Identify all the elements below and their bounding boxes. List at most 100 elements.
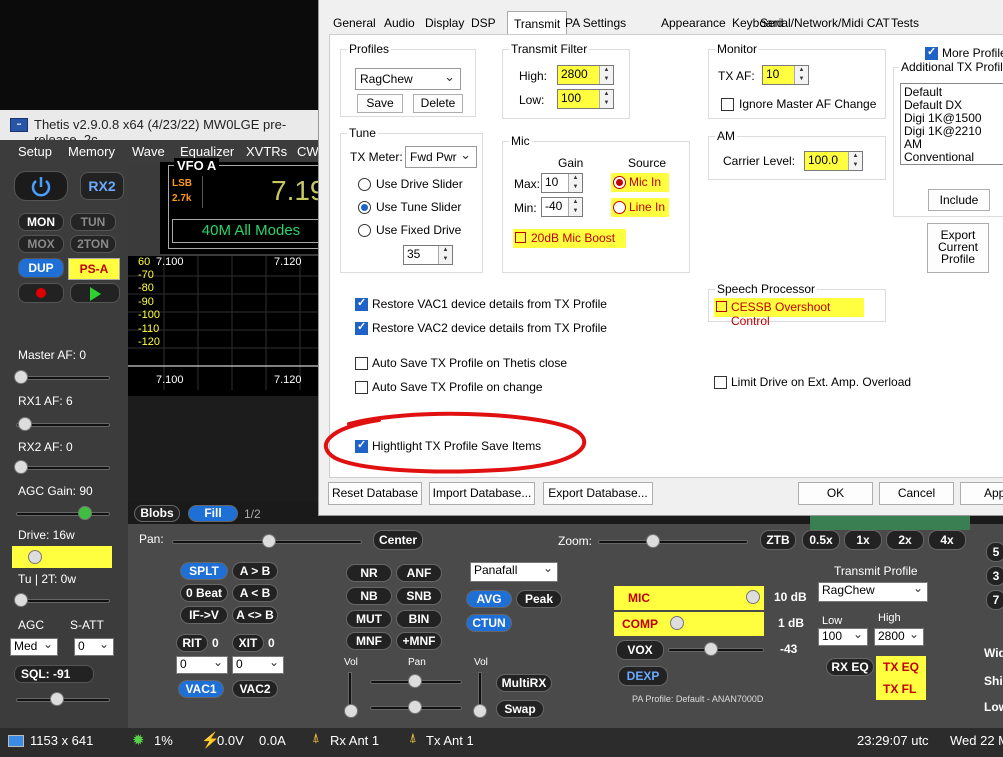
export-current-profile-button[interactable]: Export Current Profile	[927, 223, 989, 273]
if-to-v-button[interactable]: IF->V	[180, 606, 228, 624]
transmit-profile-select[interactable]: RagChew	[818, 581, 928, 602]
filter-high-spinner[interactable]: 2800 ▲ ▼	[557, 65, 614, 85]
rx2-af-knob[interactable]	[14, 460, 28, 474]
fill-button[interactable]: Fill	[188, 505, 238, 522]
restore-vac2-checkbox[interactable]	[355, 320, 368, 335]
right-digit-3[interactable]: 7	[986, 590, 1003, 610]
include-button[interactable]: Include	[928, 189, 990, 211]
reset-database-button[interactable]: Reset Database	[328, 482, 422, 505]
rit-spinner[interactable]: 0	[176, 655, 228, 674]
drive-knob[interactable]	[28, 550, 42, 564]
vfo-frequency-box[interactable]: 7.19	[202, 175, 330, 208]
menu-wave[interactable]: Wave	[132, 144, 165, 159]
waterfall-display[interactable]	[128, 396, 330, 502]
spinner-arrows-icon[interactable]: ▲ ▼	[794, 66, 808, 84]
center-button[interactable]: Center	[373, 530, 423, 550]
spectrum-display[interactable]: 60 7.100 7.120 -70 -80 -90 -100 -110 -12…	[128, 256, 330, 396]
zero-beat-button[interactable]: 0 Beat	[180, 584, 228, 602]
dexp-button[interactable]: DEXP	[618, 666, 668, 686]
rit-button[interactable]: RIT	[176, 634, 208, 652]
rx2-button[interactable]: RX2	[80, 172, 124, 200]
apply-button[interactable]: Appl	[960, 482, 1003, 505]
menu-cw[interactable]: CW	[297, 144, 319, 159]
split-button[interactable]: SPLT	[180, 562, 228, 580]
zoom-4x-button[interactable]: 4x	[928, 530, 966, 550]
avg-button[interactable]: AVG	[466, 590, 512, 608]
line-in-radio[interactable]	[613, 201, 626, 214]
zoom-2x-button[interactable]: 2x	[886, 530, 924, 550]
cessb-checkbox[interactable]	[716, 301, 727, 312]
satt-spinner[interactable]: 0	[74, 637, 114, 656]
rx1-vol-knob[interactable]	[344, 704, 358, 718]
ctun-button[interactable]: CTUN	[466, 614, 512, 632]
power-button[interactable]	[14, 171, 68, 201]
tun-button[interactable]: TUN	[70, 213, 116, 231]
zoom-knob[interactable]	[646, 534, 660, 548]
export-database-button[interactable]: Export Database...	[543, 482, 653, 505]
mic-min-spinner[interactable]: -40 ▲ ▼	[541, 197, 583, 217]
right-digit-2[interactable]: 3	[986, 566, 1003, 586]
mic-boost-checkbox[interactable]	[515, 232, 526, 243]
profile-select[interactable]: RagChew	[355, 68, 461, 90]
snb-button[interactable]: SNB	[396, 587, 442, 605]
mnf-button[interactable]: MNF	[346, 632, 392, 650]
rx1-pan-knob[interactable]	[408, 674, 422, 688]
a-swap-b-button[interactable]: A <> B	[232, 606, 278, 624]
spinner-arrows-icon[interactable]: ▲ ▼	[848, 152, 862, 170]
play-button[interactable]	[70, 283, 120, 303]
zoom-1x-button[interactable]: 1x	[844, 530, 882, 550]
tune-power-slider[interactable]	[16, 599, 110, 603]
spinner-arrows-icon[interactable]: ▲ ▼	[599, 66, 613, 84]
agc-gain-slider[interactable]	[16, 512, 110, 516]
vac1-button[interactable]: VAC1	[178, 680, 224, 698]
tx-fl-button[interactable]: TX FL	[883, 682, 916, 696]
master-af-slider[interactable]	[16, 376, 110, 380]
vox-knob[interactable]	[704, 642, 718, 656]
ignore-master-af-checkbox[interactable]	[721, 98, 734, 111]
tab-transmit[interactable]: Transmit	[507, 11, 568, 35]
nb-button[interactable]: NB	[346, 587, 392, 605]
restore-vac1-checkbox[interactable]	[355, 296, 368, 311]
limit-drive-checkbox[interactable]	[714, 376, 727, 389]
tx-eq-button[interactable]: TX EQ	[883, 660, 919, 674]
autosave-close-checkbox[interactable]	[355, 357, 368, 370]
nr-button[interactable]: NR	[346, 564, 392, 582]
anf-button[interactable]: ANF	[396, 564, 442, 582]
spinner-arrows-icon[interactable]: ▲ ▼	[568, 174, 582, 192]
mic-in-radio[interactable]	[613, 176, 626, 189]
rx-eq-button[interactable]: RX EQ	[826, 658, 874, 676]
comp-control[interactable]: COMP	[614, 612, 764, 636]
fixed-drive-spinner[interactable]: 35 ▲ ▼	[403, 245, 453, 265]
menu-equalizer[interactable]: Equalizer	[180, 144, 234, 159]
mic-gain-control[interactable]: MIC	[614, 586, 764, 610]
mic-knob[interactable]	[746, 590, 760, 604]
rx2-af-slider[interactable]	[16, 466, 110, 470]
xit-spinner[interactable]: 0	[232, 655, 284, 674]
more-profiles-checkbox[interactable]	[925, 45, 938, 60]
pan-knob[interactable]	[262, 534, 276, 548]
xit-button[interactable]: XIT	[232, 634, 264, 652]
autosave-change-checkbox[interactable]	[355, 381, 368, 394]
cessb-option[interactable]: CESSB Overshoot Control	[714, 298, 864, 328]
menu-setup[interactable]: Setup	[18, 144, 52, 159]
vac2-button[interactable]: VAC2	[232, 680, 278, 698]
drive-slider[interactable]	[12, 546, 112, 568]
tune-power-knob[interactable]	[14, 593, 28, 607]
sql-knob[interactable]	[50, 692, 64, 706]
list-item[interactable]: Conventional	[904, 151, 1002, 164]
record-button[interactable]	[18, 283, 64, 303]
spinner-arrows-icon[interactable]: ▲ ▼	[438, 246, 452, 264]
mox-button[interactable]: MOX	[18, 235, 64, 253]
tab-audio[interactable]: Audio	[380, 14, 419, 34]
rx2-pan-knob[interactable]	[408, 700, 422, 714]
a-to-b-button[interactable]: A > B	[232, 562, 278, 580]
tx-filter-high-spinner[interactable]: 2800	[874, 627, 924, 646]
multirx-button[interactable]: MultiRX	[496, 674, 552, 692]
agc-gain-knob[interactable]	[78, 506, 92, 520]
use-drive-slider-radio[interactable]	[358, 178, 371, 191]
thetis-title-bar[interactable]: ▪▪ Thetis v2.9.0.8 x64 (4/23/22) MW0LGE …	[0, 110, 330, 147]
bin-button[interactable]: BIN	[396, 610, 442, 628]
tx-filter-low-spinner[interactable]: 100	[818, 627, 868, 646]
profile-delete-button[interactable]: Delete	[413, 94, 463, 113]
zoom-slider[interactable]	[598, 540, 748, 544]
